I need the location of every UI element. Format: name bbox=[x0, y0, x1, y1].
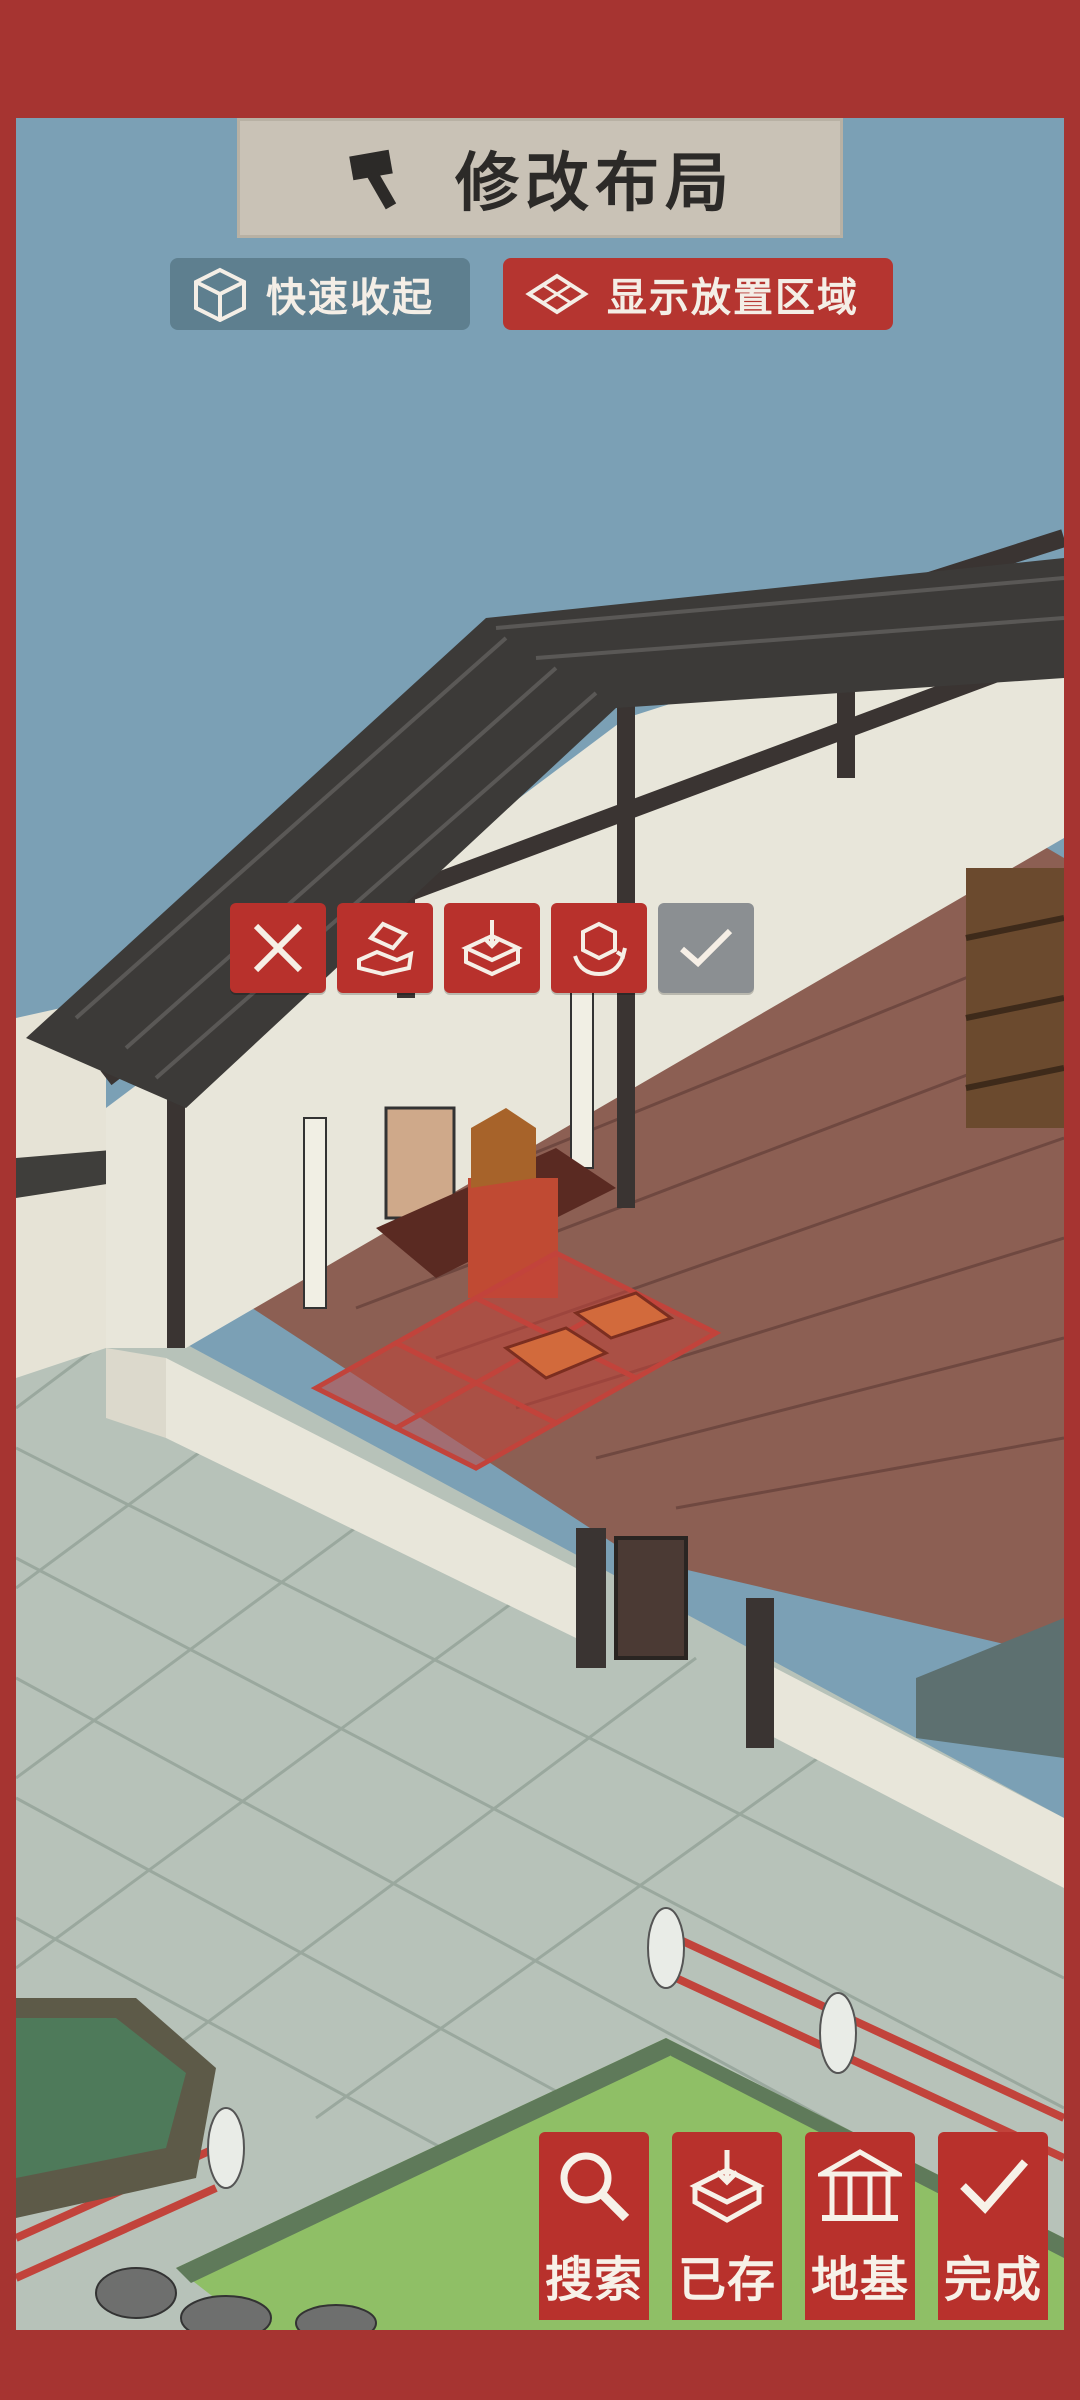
search-icon bbox=[560, 2152, 630, 2222]
rotate-box-icon bbox=[573, 921, 627, 977]
game-scene[interactable] bbox=[16, 118, 1064, 2330]
store-item-button[interactable] bbox=[337, 903, 433, 993]
check-icon bbox=[960, 2159, 1029, 2214]
quick-collapse-button[interactable]: 快速收起 bbox=[170, 258, 470, 330]
box-icon bbox=[194, 267, 246, 322]
search-label: 搜索 bbox=[544, 2252, 643, 2308]
close-icon bbox=[253, 923, 303, 973]
box-download-icon bbox=[461, 920, 523, 977]
foundation-button[interactable]: 地基 bbox=[805, 2132, 915, 2320]
show-placement-area-button[interactable]: 显示放置区域 bbox=[503, 258, 893, 330]
rotate-item-button[interactable] bbox=[551, 903, 647, 993]
title-banner: 修改布局 bbox=[237, 118, 843, 238]
foundation-label: 地基 bbox=[810, 2252, 909, 2308]
building-icon bbox=[818, 2149, 902, 2221]
done-button[interactable]: 完成 bbox=[938, 2132, 1048, 2320]
put-in-storage-button[interactable] bbox=[444, 903, 540, 993]
page-title: 修改布局 bbox=[455, 146, 735, 221]
done-label: 完成 bbox=[943, 2252, 1042, 2308]
scene-art bbox=[16, 118, 1064, 2330]
hammer-icon bbox=[349, 149, 397, 210]
store-hand-icon bbox=[357, 921, 414, 977]
show-placement-area-label: 显示放置区域 bbox=[607, 274, 859, 321]
quick-collapse-label: 快速收起 bbox=[266, 274, 434, 321]
grid-icon bbox=[525, 273, 589, 315]
search-button[interactable]: 搜索 bbox=[539, 2132, 649, 2320]
saved-button[interactable]: 已存 bbox=[672, 2132, 782, 2320]
saved-label: 已存 bbox=[677, 2252, 776, 2308]
saved-box-icon bbox=[689, 2150, 765, 2223]
confirm-placement-button[interactable] bbox=[658, 903, 754, 993]
check-icon bbox=[680, 928, 733, 968]
remove-item-button[interactable] bbox=[230, 903, 326, 993]
